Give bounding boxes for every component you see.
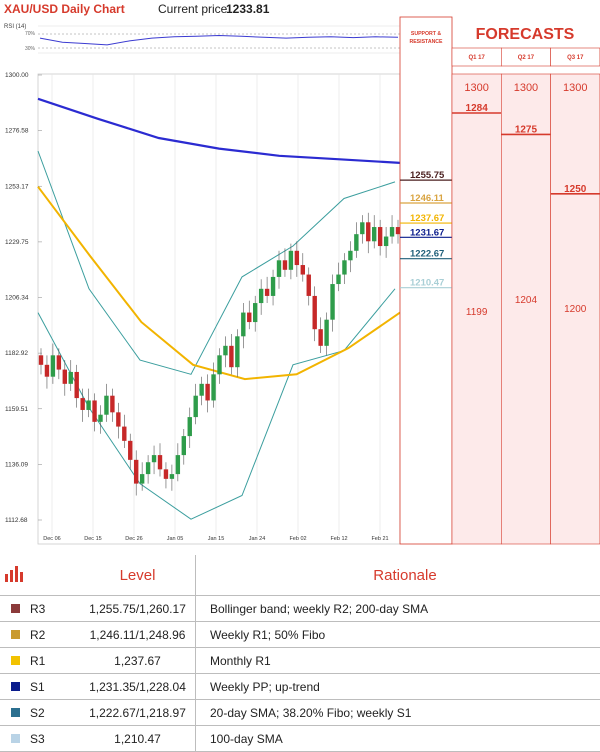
y-tick-label: 1206.34: [5, 295, 29, 302]
forecast-column: Q3 17 1300 1250 1200: [551, 48, 600, 544]
x-tick-label: Jan 24: [249, 536, 266, 542]
level-value: 1,231.35/1,228.04: [80, 674, 196, 700]
level-row: R21,246.11/1,248.96Weekly R1; 50% Fibo: [0, 622, 600, 648]
y-tick-label: 1229.75: [5, 239, 29, 246]
level-value: 1,246.11/1,248.96: [80, 622, 196, 648]
rsi-level-70: 70%: [25, 31, 36, 37]
sr-level-label: 1231.67: [410, 227, 444, 238]
forecast-low: 1199: [466, 307, 488, 318]
level-header: Level: [80, 555, 196, 596]
current-price-label: Current price: [158, 2, 228, 16]
level-value: 1,255.75/1,260.17: [80, 596, 196, 622]
y-tick-label: 1159.51: [5, 406, 28, 413]
level-name: S1: [30, 674, 80, 700]
y-tick-label: 1300.00: [5, 72, 29, 79]
forecast-high: 1300: [514, 82, 538, 94]
x-tick-label: Feb 12: [330, 536, 347, 542]
rsi-level-30: 30%: [25, 46, 36, 52]
forecast-quarter: Q1 17: [468, 55, 485, 61]
y-tick-label: 1276.58: [5, 128, 29, 135]
x-tick-label: Jan 15: [208, 536, 225, 542]
level-name: R3: [30, 596, 80, 622]
x-tick-label: Dec 15: [84, 536, 101, 542]
forecast-mid: 1275: [515, 124, 538, 135]
x-tick-label: Jan 05: [167, 536, 184, 542]
forecasts-panel: FORECASTS Q1 17 1300 1284 1199 Q2 17 1300 1275…: [452, 26, 600, 544]
level-color-swatch: [0, 648, 30, 674]
level-name: S3: [30, 726, 80, 752]
rsi-label: RSI (14): [4, 24, 26, 30]
sr-level-label: 1246.11: [410, 193, 445, 204]
level-color-swatch: [0, 726, 30, 752]
bar-chart-icon: [0, 555, 30, 596]
level-value: 1,210.47: [80, 726, 196, 752]
forecast-low: 1204: [515, 295, 538, 306]
price-plot: 1300.00 1276.58 1253.17 1229.75 1206.34 1182.…: [5, 72, 400, 544]
chart-title: XAU/USD Daily Chart: [4, 2, 125, 16]
support-resistance-column: SUPPORT & RESISTANCE 1255.75 1246.11 1237.…: [400, 17, 452, 544]
forecast-quarter: Q2 17: [518, 55, 535, 61]
level-value: 1,222.67/1,218.97: [80, 700, 196, 726]
level-rationale: Monthly R1: [196, 648, 600, 674]
chart-canvas: XAU/USD Daily Chart Current price 1233.8…: [0, 0, 600, 545]
x-tick-label: Feb 21: [371, 536, 388, 542]
levels-table: Level Rationale R31,255.75/1,260.17Bolli…: [0, 555, 600, 752]
forecast-low: 1200: [564, 304, 587, 315]
level-rationale: Weekly R1; 50% Fibo: [196, 622, 600, 648]
x-tick-label: Dec 26: [125, 536, 142, 542]
level-value: 1,237.67: [80, 648, 196, 674]
sr-header-line2: RESISTANCE: [409, 39, 443, 45]
sr-level-label: 1255.75: [410, 170, 445, 181]
y-tick-label: 1136.09: [5, 461, 28, 468]
forecast-column: Q2 17 1300 1275 1204: [501, 48, 550, 544]
level-row: S31,210.47100-day SMA: [0, 726, 600, 752]
sr-level-label: 1237.67: [410, 213, 444, 224]
rationale-header: Rationale: [196, 555, 600, 596]
sr-header-line1: SUPPORT &: [411, 31, 442, 37]
level-row: S11,231.35/1,228.04Weekly PP; up-trend: [0, 674, 600, 700]
y-tick-label: 1182.92: [5, 350, 28, 357]
forecast-high: 1300: [563, 82, 587, 94]
level-rationale: Weekly PP; up-trend: [196, 674, 600, 700]
level-color-swatch: [0, 674, 30, 700]
forecast-column: Q1 17 1300 1284 1199: [452, 48, 501, 544]
sr-level-label: 1222.67: [410, 249, 444, 260]
forecast-quarter: Q3 17: [567, 55, 584, 61]
y-tick-label: 1112.68: [5, 517, 28, 524]
level-rationale: 100-day SMA: [196, 726, 600, 752]
level-name: R1: [30, 648, 80, 674]
x-tick-label: Dec 06: [43, 536, 60, 542]
forecast-mid: 1284: [466, 103, 489, 114]
level-name: S2: [30, 700, 80, 726]
forecast-mid: 1250: [564, 184, 587, 195]
level-color-swatch: [0, 596, 30, 622]
level-color-swatch: [0, 622, 30, 648]
level-row: R31,255.75/1,260.17Bollinger band; weekl…: [0, 596, 600, 622]
y-tick-label: 1253.17: [5, 183, 29, 190]
current-price-value: 1233.81: [226, 2, 270, 16]
sr-level-label: 1210.47: [410, 278, 444, 289]
forecast-high: 1300: [464, 82, 488, 94]
level-row: R11,237.67Monthly R1: [0, 648, 600, 674]
level-row: S21,222.67/1,218.9720-day SMA; 38.20% Fi…: [0, 700, 600, 726]
level-rationale: 20-day SMA; 38.20% Fibo; weekly S1: [196, 700, 600, 726]
level-color-swatch: [0, 700, 30, 726]
forecasts-title: FORECASTS: [476, 26, 575, 43]
level-name: R2: [30, 622, 80, 648]
level-rationale: Bollinger band; weekly R2; 200-day SMA: [196, 596, 600, 622]
x-tick-label: Feb 02: [289, 536, 306, 542]
